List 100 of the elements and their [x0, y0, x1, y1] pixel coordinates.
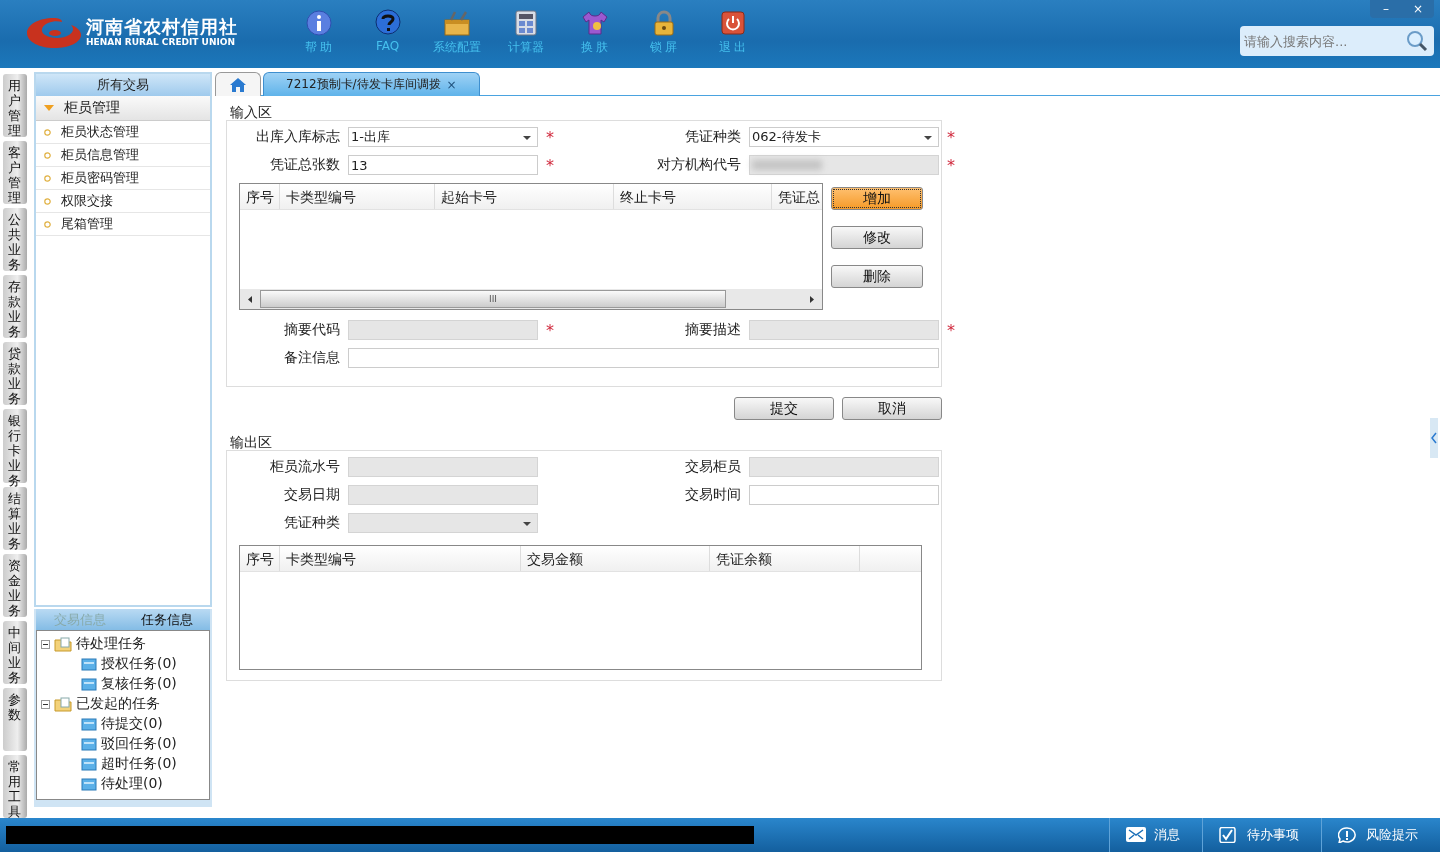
- menu-item[interactable]: 尾箱管理: [36, 213, 210, 236]
- column-header[interactable]: 序号: [240, 546, 280, 571]
- tree-item[interactable]: 待处理(0): [101, 775, 163, 793]
- dropdown[interactable]: 1-出库: [348, 127, 538, 147]
- group-header[interactable]: 柜员管理: [36, 96, 210, 121]
- folder-icon: [81, 657, 97, 671]
- input-field[interactable]: [348, 348, 939, 368]
- side-tab[interactable]: 公共业务: [3, 208, 27, 271]
- required-mark: *: [546, 127, 555, 147]
- dropdown-arrow-icon: [523, 136, 531, 140]
- side-tab[interactable]: 资金业务: [3, 554, 27, 617]
- scrollbar[interactable]: III: [240, 289, 822, 309]
- column-header[interactable]: 终止卡号: [614, 184, 772, 209]
- column-header[interactable]: 凭证余额: [710, 546, 860, 571]
- field-label: 交易日期: [283, 486, 340, 504]
- speech-bubble-icon: [1338, 827, 1358, 843]
- menu-item[interactable]: 柜员信息管理: [36, 144, 210, 167]
- field-label: 出库入库标志: [255, 128, 340, 146]
- bullet-icon: [44, 174, 51, 182]
- status-button[interactable]: 待办事项: [1202, 818, 1321, 852]
- bullet-icon: [44, 197, 51, 205]
- search-icon: [1406, 30, 1428, 52]
- field-label: 交易柜员: [684, 458, 741, 476]
- help-icon: [373, 9, 402, 37]
- dropdown-arrow-icon: [523, 522, 531, 526]
- table-button[interactable]: 删除: [831, 265, 923, 288]
- tree-item[interactable]: 授权任务(0): [101, 655, 177, 673]
- field-label: 备注信息: [283, 349, 340, 367]
- scrollbar-thumb[interactable]: III: [260, 290, 726, 308]
- logo-title: 河南省农村信用社: [86, 16, 238, 37]
- menu-item[interactable]: 柜员密码管理: [36, 167, 210, 190]
- tree-item[interactable]: 待提交(0): [101, 715, 163, 733]
- folder-icon: [81, 757, 97, 771]
- column-header[interactable]: 交易金额: [521, 546, 710, 571]
- column-header[interactable]: 起始卡号: [435, 184, 614, 209]
- input-field[interactable]: 13: [348, 155, 538, 175]
- side-tab[interactable]: 贷款业务: [3, 342, 27, 405]
- toolbox-icon: [442, 9, 471, 37]
- required-mark: *: [947, 155, 956, 175]
- menu-item[interactable]: 权限交接: [36, 190, 210, 213]
- column-header[interactable]: 卡类型编号: [280, 184, 435, 209]
- field-label: 凭证总张数: [269, 156, 340, 174]
- logo-subtitle: HENAN RURAL CREDIT UNION: [86, 36, 236, 48]
- cancel-button[interactable]: 取消: [842, 397, 942, 420]
- home-icon: [230, 77, 246, 92]
- required-mark: *: [546, 320, 555, 340]
- input-field[interactable]: [749, 485, 939, 505]
- field-label: 交易时间: [684, 486, 741, 504]
- side-tab[interactable]: 存款业务: [3, 275, 27, 338]
- column-header[interactable]: 卡类型编号: [280, 546, 521, 571]
- folder-icon: [81, 777, 97, 791]
- field-label: 摘要代码: [283, 321, 340, 339]
- minimize-button[interactable]: –: [1370, 0, 1402, 18]
- field-label: 凭证种类: [283, 514, 340, 532]
- redacted-value: [752, 160, 822, 170]
- shirt-icon: [580, 9, 609, 37]
- search-field[interactable]: 请输入搜索内容...: [1240, 26, 1434, 56]
- bullet-icon: [44, 151, 51, 159]
- scroll-right-icon: [810, 295, 814, 303]
- submit-button[interactable]: 提交: [734, 397, 834, 420]
- column-header[interactable]: 序号: [240, 184, 280, 209]
- table-button[interactable]: 修改: [831, 226, 923, 249]
- dropdown[interactable]: 062-待发卡: [749, 127, 939, 147]
- side-tab[interactable]: 中间业务: [3, 621, 27, 684]
- side-tab[interactable]: 参数: [3, 688, 27, 751]
- field-label: 对方机构代号: [656, 156, 741, 174]
- dropdown-arrow-icon: [924, 136, 932, 140]
- status-button[interactable]: 消息: [1109, 818, 1202, 852]
- menu-item[interactable]: 柜员状态管理: [36, 121, 210, 144]
- table-button[interactable]: 增加: [831, 187, 923, 210]
- section-legend: 输出区: [230, 434, 947, 450]
- tree-item[interactable]: 超时任务(0): [101, 755, 177, 773]
- side-tab[interactable]: 用户管理: [3, 74, 27, 137]
- close-button[interactable]: ×: [1402, 0, 1434, 18]
- info-icon: [304, 9, 333, 37]
- panel-title: 所有交易: [36, 74, 210, 96]
- column-header[interactable]: 凭证总: [772, 184, 822, 209]
- folder-icon: [81, 737, 97, 751]
- section-legend: 输入区: [230, 104, 947, 120]
- status-button[interactable]: 风险提示: [1321, 818, 1440, 852]
- tree-item[interactable]: 驳回任务(0): [101, 735, 177, 753]
- page-tab[interactable]: 7212预制卡/待发卡库间调拨 ×: [263, 72, 480, 96]
- home-tab[interactable]: [215, 72, 261, 96]
- folder-icon: [81, 717, 97, 731]
- required-mark: *: [546, 155, 555, 175]
- folder-icon: [81, 677, 97, 691]
- side-tab[interactable]: 结算业务: [3, 487, 27, 550]
- side-tab[interactable]: 常用工具: [3, 755, 27, 818]
- field-label: 凭证种类: [684, 128, 741, 146]
- tree-item[interactable]: 已发起的任务: [76, 695, 160, 713]
- scroll-left-icon: [248, 295, 252, 303]
- bullet-icon: [44, 128, 51, 136]
- power-icon: [718, 9, 747, 37]
- field-label: 摘要描述: [684, 321, 741, 339]
- close-icon[interactable]: ×: [446, 77, 457, 92]
- tree-item[interactable]: 复核任务(0): [101, 675, 177, 693]
- tree-item[interactable]: 待处理任务: [76, 635, 146, 653]
- bullet-icon: [44, 220, 51, 228]
- side-tab[interactable]: 客户管理: [3, 141, 27, 204]
- panel-tab[interactable]: 任务信息: [123, 609, 210, 630]
